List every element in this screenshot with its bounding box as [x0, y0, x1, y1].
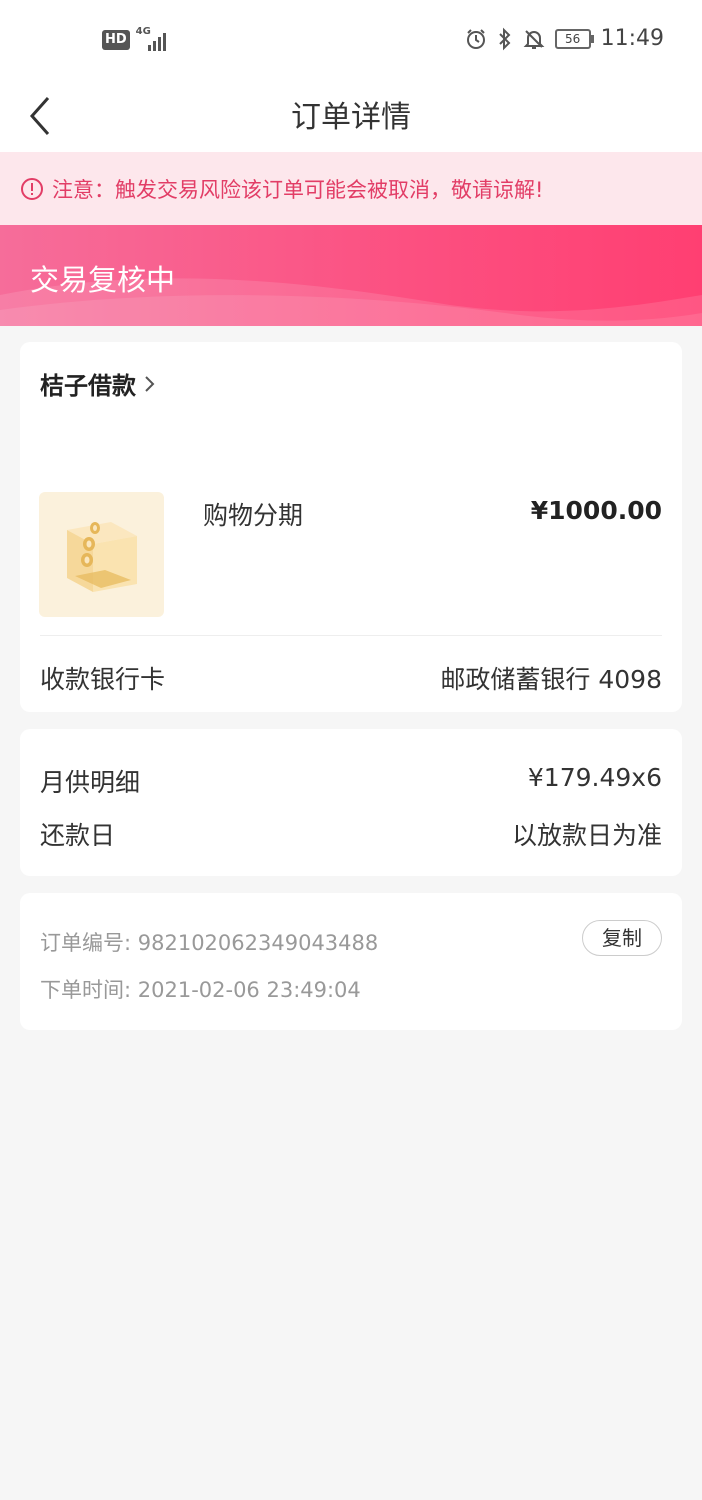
monthly-detail-label: 月供明细 — [40, 768, 141, 797]
order-status: 交易复核中 — [30, 263, 176, 297]
status-banner: 交易复核中 — [0, 225, 702, 326]
page-title: 订单详情 — [291, 100, 411, 135]
nav-bar: 订单详情 — [0, 80, 702, 152]
notice-text: 注意：触发交易风险该订单可能会被取消，敬请谅解! — [52, 177, 544, 202]
product-name: 购物分期 — [203, 501, 304, 530]
monthly-detail-value: ¥179.49x6 — [527, 763, 662, 792]
status-right: 56 11:49 — [465, 26, 664, 51]
order-card: 桔子借款 购物分期 ¥1000.00 收款银行卡 邮政储蓄银行 4098 — [20, 342, 682, 712]
merchant-name: 桔子借款 — [40, 372, 136, 400]
merchant-link[interactable]: 桔子借款 — [40, 366, 156, 401]
bank-card-value: 邮政储蓄银行 4098 — [440, 665, 662, 694]
status-left: HD 4G — [102, 26, 172, 52]
coin-box-icon — [67, 522, 137, 592]
hd-badge: HD — [102, 30, 130, 50]
copy-button[interactable]: 复制 — [582, 920, 662, 956]
alarm-icon — [466, 28, 485, 49]
bank-card-label: 收款银行卡 — [40, 665, 166, 694]
signal-icon: 4G — [136, 26, 172, 52]
bluetooth-icon — [498, 27, 511, 50]
status-bar: HD 4G 56 11:49 — [0, 0, 702, 80]
repayment-card: 月供明细 ¥179.49x6 还款日 以放款日为准 — [20, 729, 682, 876]
repay-day-value: 以放款日为准 — [511, 821, 662, 850]
product-image — [39, 492, 164, 617]
battery-icon: 56 — [554, 28, 594, 49]
alert-icon — [21, 177, 43, 200]
order-info-card: 订单编号: 982102062349043488 复制 下单时间: 2021-0… — [20, 893, 682, 1030]
product-price: ¥1000.00 — [530, 496, 662, 525]
repay-day-label: 还款日 — [40, 821, 116, 850]
chevron-right-icon — [145, 375, 155, 392]
order-time: 下单时间: 2021-02-06 23:49:04 — [40, 978, 361, 1002]
order-number: 订单编号: 982102062349043488 — [40, 931, 379, 955]
clock: 11:49 — [600, 26, 664, 51]
risk-notice: 注意：触发交易风险该订单可能会被取消，敬请谅解! — [0, 152, 702, 225]
divider — [40, 635, 662, 636]
mute-icon — [523, 29, 545, 49]
